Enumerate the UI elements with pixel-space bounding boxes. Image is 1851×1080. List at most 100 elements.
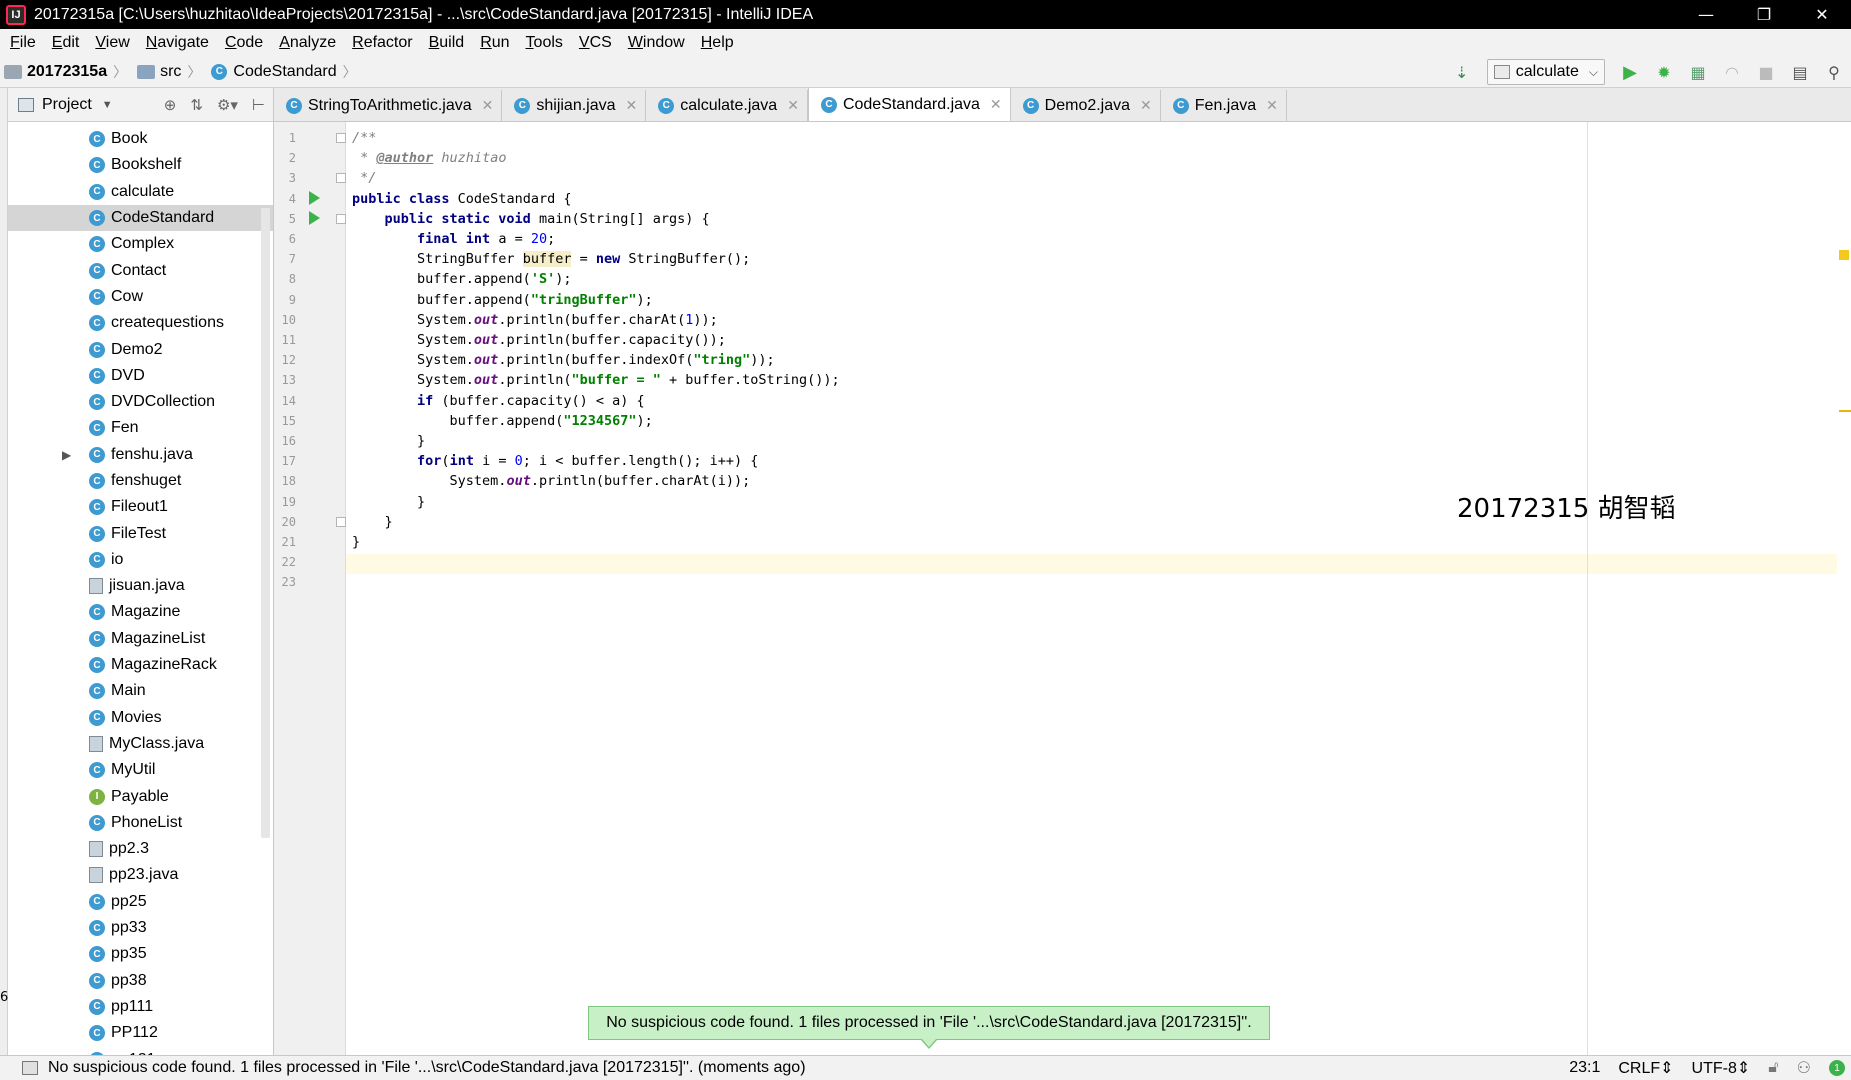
code-line[interactable]: } xyxy=(352,512,393,532)
tree-item[interactable]: C Cow xyxy=(8,284,273,310)
status-message[interactable]: No suspicious code found. 1 files proces… xyxy=(48,1059,806,1077)
fold-marker-icon[interactable] xyxy=(336,213,346,224)
minimize-button[interactable]: — xyxy=(1677,0,1735,29)
stripe-mark[interactable] xyxy=(1839,410,1851,412)
tree-item[interactable]: Ccreatequestions xyxy=(8,310,273,336)
menu-build[interactable]: Build xyxy=(429,34,465,52)
scroll-from-source-icon[interactable]: ⊕ xyxy=(164,96,177,114)
tree-item[interactable]: C Magazine xyxy=(8,599,273,625)
tree-item[interactable]: Ccalculate xyxy=(8,179,273,205)
stop-icon[interactable]: ■ xyxy=(1752,58,1780,86)
code-line[interactable]: if (buffer.capacity() < a) { xyxy=(352,391,645,411)
code-line[interactable]: * @author huzhitao xyxy=(352,148,506,168)
tree-item[interactable]: Cpp111 xyxy=(8,994,273,1020)
tree-item[interactable]: C Main xyxy=(8,678,273,704)
profile-icon[interactable]: ◠ xyxy=(1718,58,1746,86)
tree-item[interactable]: Cpp25 xyxy=(8,889,273,915)
tree-item[interactable]: C MagazineRack xyxy=(8,652,273,678)
tree-item[interactable]: Cpp38 xyxy=(8,968,273,994)
run-gutter-icon[interactable] xyxy=(309,210,320,225)
intellij-app-icon[interactable]: IJ xyxy=(6,4,26,25)
close-tab-icon[interactable]: ✕ xyxy=(1266,97,1278,114)
tree-item[interactable]: C PhoneList xyxy=(8,810,273,836)
tree-item[interactable]: pp23.java xyxy=(8,862,273,888)
tree-item[interactable]: C Bookshelf xyxy=(8,152,273,178)
search-icon[interactable]: ⚲ xyxy=(1820,58,1848,86)
code-line[interactable]: System. out .println(buffer.charAt(1)); xyxy=(352,310,718,330)
menu-edit[interactable]: Edit xyxy=(52,34,80,52)
tree-item[interactable]: C DVDCollection xyxy=(8,389,273,415)
project-panel-title[interactable]: Project xyxy=(42,96,92,114)
editor-tab[interactable]: Ccalculate.java ✕ xyxy=(646,90,808,121)
breadcrumb-folder[interactable]: src xyxy=(137,63,181,81)
code-line[interactable]: */ xyxy=(352,168,376,188)
tree-item[interactable]: C PP112 xyxy=(8,1020,273,1046)
tree-item[interactable]: jisuan.java xyxy=(8,573,273,599)
code-line[interactable]: StringBuffer buffer = new StringBuffer()… xyxy=(352,249,750,269)
tree-item[interactable]: Cpp35 xyxy=(8,941,273,967)
breadcrumb-file[interactable]: C CodeStandard xyxy=(211,63,337,81)
hide-panel-icon[interactable]: ⊢ xyxy=(252,96,265,114)
menu-code[interactable]: Code xyxy=(225,34,263,52)
restore-button[interactable]: ❐ xyxy=(1735,0,1793,29)
editor-gutter[interactable]: 1 2 3 4 5 6 7 8 9 10 11 12 13 14 15 16 17 18 19 20 21 22 23 xyxy=(274,122,346,1055)
tree-item[interactable]: Cfenshuget xyxy=(8,468,273,494)
fold-marker-icon[interactable] xyxy=(336,516,346,527)
close-tab-icon[interactable]: ✕ xyxy=(787,97,799,114)
code-line[interactable]: public static void main(String[] args) { xyxy=(352,209,710,229)
editor-tab[interactable]: C CodeStandard.java ✕ xyxy=(807,88,1011,121)
tree-item[interactable]: C Complex xyxy=(8,231,273,257)
close-tab-icon[interactable]: ✕ xyxy=(1140,97,1152,114)
warning-indicator-icon[interactable] xyxy=(1839,250,1849,260)
code-line[interactable]: buffer.append("1234567"); xyxy=(352,411,653,431)
tree-item[interactable]: Cpp121 xyxy=(8,1046,273,1055)
inspection-notification-balloon[interactable]: No suspicious code found. 1 files proces… xyxy=(588,1006,1270,1040)
code-line[interactable]: System. out .println(buffer.charAt(i)); xyxy=(352,471,751,491)
tree-item[interactable]: C MyUtil xyxy=(8,757,273,783)
fold-marker-icon[interactable] xyxy=(336,173,346,184)
close-tab-icon[interactable]: ✕ xyxy=(990,96,1002,113)
code-line[interactable]: } xyxy=(352,492,425,512)
caret-position[interactable]: 23:1 xyxy=(1569,1059,1600,1077)
tree-item[interactable]: pp2.3 xyxy=(8,836,273,862)
menu-help[interactable]: Help xyxy=(701,34,734,52)
tree-item[interactable]: I Payable xyxy=(8,783,273,809)
tree-item[interactable]: Cpp33 xyxy=(8,915,273,941)
debug-icon[interactable]: ✹ xyxy=(1650,58,1678,86)
tree-item[interactable]: Cio xyxy=(8,547,273,573)
project-structure-icon[interactable]: ▤ xyxy=(1786,58,1814,86)
menu-run[interactable]: Run xyxy=(480,34,509,52)
menu-refactor[interactable]: Refactor xyxy=(352,34,412,52)
line-separator[interactable]: CRLF⇕ xyxy=(1618,1058,1673,1078)
editor-tab[interactable]: Cshijian.java ✕ xyxy=(502,90,647,121)
tree-item[interactable]: C MagazineList xyxy=(8,626,273,652)
code-editor[interactable]: /** * @author huzhitao */ public class Co… xyxy=(346,122,1851,1055)
error-stripe[interactable] xyxy=(1837,122,1851,1055)
run-configuration-select[interactable]: calculate ⌵ xyxy=(1486,59,1605,85)
code-line[interactable]: public class CodeStandard { xyxy=(352,189,571,209)
close-tab-icon[interactable]: ✕ xyxy=(626,97,638,114)
run-gutter-icon[interactable] xyxy=(309,190,320,205)
code-line[interactable]: /** xyxy=(352,128,376,148)
code-line[interactable]: System. out .println(buffer.capacity()); xyxy=(352,330,726,350)
tree-item[interactable]: C Contact xyxy=(8,257,273,283)
close-tab-icon[interactable]: ✕ xyxy=(482,97,494,114)
code-line[interactable]: for(int i = 0; i < buffer.length(); i++)… xyxy=(352,451,758,471)
menu-analyze[interactable]: Analyze xyxy=(279,34,336,52)
close-button[interactable]: ✕ xyxy=(1793,0,1851,29)
tree-item[interactable]: C CodeStandard xyxy=(8,204,273,232)
tree-item[interactable]: C FileTest xyxy=(8,520,273,546)
tree-item[interactable]: C Movies xyxy=(8,705,273,731)
breadcrumb-project[interactable]: 20172315a xyxy=(4,63,107,81)
chevron-down-icon[interactable]: ▼ xyxy=(102,99,113,111)
editor-tab[interactable]: C StringToArithmetic.java ✕ xyxy=(274,90,503,121)
code-line[interactable]: System. out .println(buffer.indexOf("tring… xyxy=(352,350,775,370)
editor-tab[interactable]: C Fen.java ✕ xyxy=(1160,90,1287,121)
menu-vcs[interactable]: VCS xyxy=(579,34,612,52)
run-icon[interactable]: ▶ xyxy=(1616,58,1644,86)
event-log-badge[interactable]: 1 xyxy=(1829,1060,1845,1076)
tree-item[interactable]: ▶ Cfenshu.java xyxy=(8,442,273,468)
lock-icon[interactable]: 🔓︎ xyxy=(1768,1059,1778,1077)
fold-marker-icon[interactable] xyxy=(336,133,346,143)
code-line[interactable]: final int a = 20; xyxy=(352,229,555,249)
